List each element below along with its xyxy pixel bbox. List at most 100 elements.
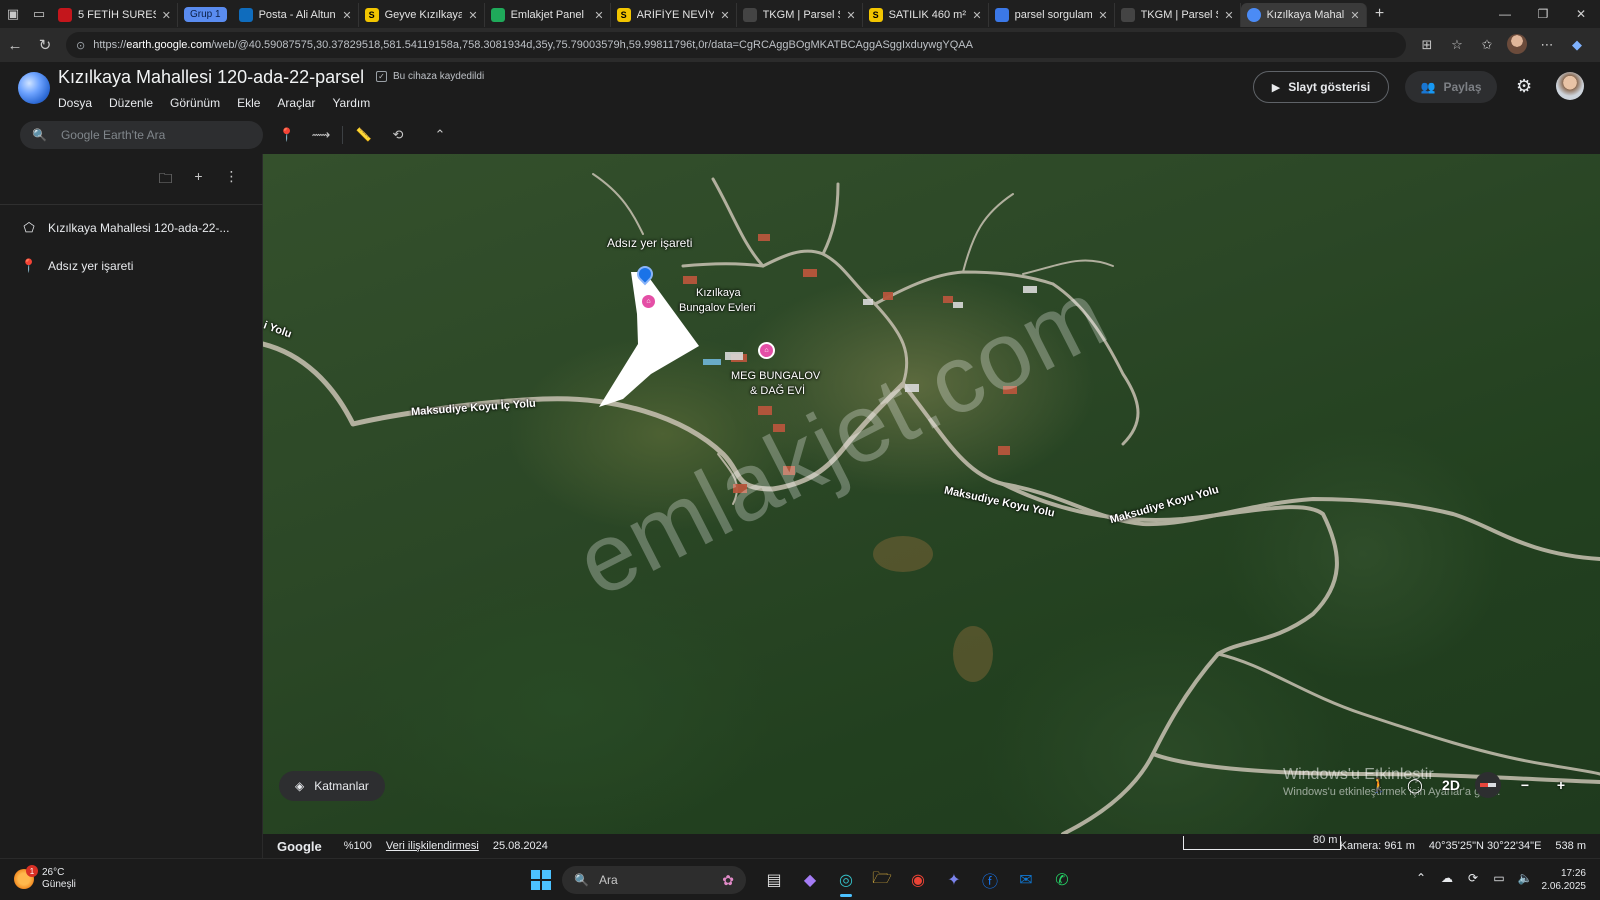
tab-group-chip[interactable]: Grup 1: [184, 6, 227, 22]
tab-favicon-icon: [742, 8, 757, 22]
chrome-icon[interactable]: ◉: [900, 865, 936, 895]
historical-imagery-icon[interactable]: ⟲: [381, 127, 415, 143]
menu-help[interactable]: Yardım: [332, 96, 370, 110]
project-title[interactable]: Kızılkaya Mahallesi 120-ada-22-parsel: [58, 67, 364, 88]
reload-icon[interactable]: ↻: [30, 36, 60, 54]
placemark-label[interactable]: Adsız yer işareti: [607, 236, 692, 250]
share-button[interactable]: 👥 Paylaş: [1405, 71, 1497, 103]
poi-label-line2[interactable]: & DAĞ EVİ: [750, 385, 805, 397]
profile-icon[interactable]: [1502, 33, 1532, 57]
slideshow-icon: ▶: [1271, 81, 1281, 94]
whatsapp-icon[interactable]: ✆: [1044, 865, 1080, 895]
browser-tab[interactable]: Posta - Ali Altun - ✕: [233, 3, 359, 27]
volume-icon[interactable]: 🔈: [1512, 871, 1538, 885]
ruler-icon[interactable]: 📏: [347, 127, 381, 143]
file-explorer-icon[interactable]: 🗁: [864, 865, 900, 895]
start-button-icon[interactable]: [531, 870, 551, 890]
restore-icon[interactable]: ❐: [1524, 7, 1562, 21]
add-feature-icon[interactable]: +: [182, 168, 215, 192]
close-window-icon[interactable]: ✕: [1562, 7, 1600, 21]
taskbar-clock[interactable]: 17:26 2.06.2025: [1542, 867, 1587, 893]
menu-edit[interactable]: Düzenle: [109, 96, 153, 110]
new-tab-icon[interactable]: +: [1367, 5, 1393, 23]
close-tab-icon[interactable]: ✕: [162, 9, 171, 22]
browser-tab[interactable]: S ARİFİYE NEVİYE M ✕: [611, 3, 737, 27]
browser-tab[interactable]: parsel sorgulam - ✕: [989, 3, 1115, 27]
weather-widget[interactable]: 1 26°C Güneşli: [14, 865, 76, 891]
browser-tab[interactable]: 5 FETİH SURESİ - ✕: [52, 3, 178, 27]
bookmark-star-icon[interactable]: ☆: [1442, 37, 1472, 53]
street-view-pegman-icon[interactable]: 🚶: [1361, 770, 1397, 800]
more-menu-icon[interactable]: ⋯: [1532, 37, 1562, 53]
close-tab-icon[interactable]: ✕: [720, 9, 729, 22]
close-tab-icon[interactable]: ✕: [972, 9, 981, 22]
network-icon[interactable]: ▭: [1486, 871, 1512, 885]
sync-icon[interactable]: ⟳: [1460, 871, 1486, 885]
tab-title: SATILIK 460 m² a: [888, 9, 967, 21]
close-tab-icon[interactable]: ✕: [1224, 9, 1233, 22]
new-folder-icon[interactable]: 🗀: [149, 168, 182, 192]
workspaces-icon[interactable]: ▣: [0, 0, 26, 28]
url-field[interactable]: ⊙ https://earth.google.com/web/@40.59087…: [66, 32, 1406, 58]
slideshow-button[interactable]: ▶ Slayt gösterisi: [1253, 71, 1389, 103]
settings-gear-icon[interactable]: ⚙: [1516, 76, 1532, 97]
menu-tools[interactable]: Araçlar: [277, 96, 315, 110]
tray-overflow-icon[interactable]: ⌃: [1408, 871, 1434, 885]
poi-label-line2[interactable]: Bungalov Evleri: [679, 302, 755, 314]
back-icon[interactable]: ←: [0, 37, 30, 54]
compass-icon[interactable]: [1475, 772, 1501, 798]
earth-search-box[interactable]: 🔍: [20, 121, 263, 149]
close-tab-icon[interactable]: ✕: [846, 9, 855, 22]
menu-add[interactable]: Ekle: [237, 96, 260, 110]
feature-item-parcel[interactable]: ⬠ Kızılkaya Mahallesi 120-ada-22-...: [18, 220, 229, 236]
layers-button[interactable]: ◈ Katmanlar: [279, 771, 385, 801]
teams-icon[interactable]: ✦: [936, 865, 972, 895]
menu-file[interactable]: Dosya: [58, 96, 92, 110]
facebook-icon[interactable]: ⓕ: [972, 865, 1008, 895]
favorites-icon[interactable]: ✩: [1472, 37, 1502, 53]
my-location-icon[interactable]: ◯: [1397, 770, 1433, 800]
minimize-icon[interactable]: —: [1486, 7, 1524, 21]
feature-item-placemark[interactable]: 📍 Adsız yer işareti: [18, 258, 133, 274]
site-info-icon[interactable]: ⊙: [76, 39, 85, 52]
zoom-out-icon[interactable]: −: [1507, 770, 1543, 800]
browser-tab-active[interactable]: Kızılkaya Mahalle ✕: [1240, 3, 1367, 27]
browser-tab[interactable]: S Geyve Kızılkaya M ✕: [359, 3, 485, 27]
earth-search-input[interactable]: [60, 128, 241, 142]
taskbar-search[interactable]: 🔍 Ara ✿: [562, 866, 746, 894]
copilot-icon[interactable]: ◆: [1562, 37, 1592, 53]
edge-browser-icon[interactable]: ◎: [828, 865, 864, 897]
browser-tab[interactable]: Emlakjet Panel ✕: [485, 3, 611, 27]
panel-more-icon[interactable]: ⋮: [215, 168, 248, 192]
onedrive-icon[interactable]: ☁: [1434, 871, 1460, 885]
account-avatar[interactable]: [1556, 72, 1584, 100]
weather-condition: Güneşli: [42, 879, 76, 890]
add-placemark-icon[interactable]: 📍: [270, 127, 304, 143]
draw-path-icon[interactable]: ⟿: [304, 127, 338, 143]
map-viewport[interactable]: emlakjet.com Adsız yer işareti ⌂ Kızılka…: [263, 154, 1600, 834]
menu-view[interactable]: Görünüm: [170, 96, 220, 110]
tab-actions-icon[interactable]: ▭: [26, 0, 52, 28]
task-view-icon[interactable]: ▤: [756, 865, 792, 895]
poi-bungalow-icon[interactable]: ⌂: [758, 342, 775, 359]
collapse-toolbar-icon[interactable]: ⌃: [423, 127, 457, 143]
browser-tab[interactable]: S SATILIK 460 m² a ✕: [863, 3, 989, 27]
zoom-percent[interactable]: %100: [344, 840, 372, 852]
close-tab-icon[interactable]: ✕: [594, 9, 603, 22]
close-tab-icon[interactable]: ✕: [1098, 9, 1107, 22]
browser-tab[interactable]: TKGM | Parsel Sor ✕: [737, 3, 863, 27]
browser-tab[interactable]: TKGM | Parsel Sor ✕: [1115, 3, 1241, 27]
poi-label-line1[interactable]: Kızılkaya: [696, 287, 741, 299]
poi-bungalow-icon[interactable]: ⌂: [640, 293, 657, 310]
app-available-icon[interactable]: ⊞: [1412, 37, 1442, 53]
close-tab-icon[interactable]: ✕: [468, 9, 477, 22]
close-tab-icon[interactable]: ✕: [1350, 9, 1359, 22]
copilot-app-icon[interactable]: ◆: [792, 865, 828, 895]
poi-label-line1[interactable]: MEG BUNGALOV: [731, 370, 820, 382]
close-tab-icon[interactable]: ✕: [342, 9, 351, 22]
zoom-in-icon[interactable]: +: [1543, 770, 1579, 800]
data-attribution-link[interactable]: Veri ilişkilendirmesi: [386, 840, 479, 852]
google-earth-logo-icon[interactable]: [18, 72, 50, 104]
view-mode-toggle[interactable]: 2D: [1433, 770, 1469, 800]
outlook-icon[interactable]: ✉: [1008, 865, 1044, 895]
